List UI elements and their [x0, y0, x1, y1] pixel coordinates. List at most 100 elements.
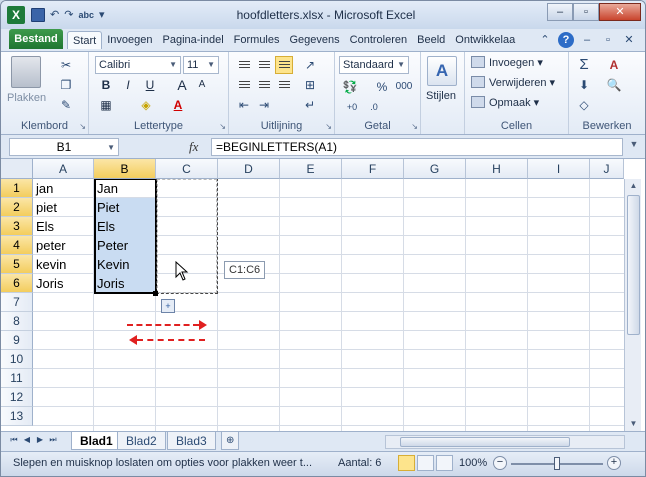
cell-a5[interactable]: kevin: [33, 255, 95, 274]
orientation-icon[interactable]: ↗: [301, 56, 319, 74]
find-icon[interactable]: 🔍: [605, 76, 623, 94]
align-bottom-button[interactable]: [275, 56, 293, 74]
font-color-button[interactable]: A: [169, 96, 187, 114]
column-header-c[interactable]: C: [156, 159, 218, 179]
font-launcher-icon[interactable]: ↘: [219, 122, 226, 131]
worksheet-grid[interactable]: jan piet Els peter kevin Joris Jan Piet Els Peter…: [1, 159, 645, 431]
clipboard-launcher-icon[interactable]: ↘: [79, 122, 86, 131]
zoom-out-button[interactable]: −: [493, 456, 507, 470]
sort-filter-button[interactable]: A: [605, 56, 623, 74]
tab-formules[interactable]: Formules: [229, 31, 285, 49]
tab-beeld[interactable]: Beeld: [412, 31, 450, 49]
column-header-d[interactable]: D: [218, 159, 280, 179]
row-header-9[interactable]: 9: [1, 331, 33, 350]
row-header-11[interactable]: 11: [1, 369, 33, 388]
row-header-7[interactable]: 7: [1, 293, 33, 312]
sheet-tab-blad3[interactable]: Blad3: [167, 432, 216, 450]
align-top-button[interactable]: [235, 56, 253, 74]
select-all-button[interactable]: [1, 159, 33, 179]
minimize-button[interactable]: –: [547, 3, 573, 21]
percent-button[interactable]: %: [373, 78, 391, 96]
increase-indent-icon[interactable]: ⇥: [255, 96, 273, 114]
page-layout-view-button[interactable]: [417, 455, 434, 471]
row-header-5[interactable]: 5: [1, 255, 33, 274]
insert-sheet-icon[interactable]: ⊕: [221, 432, 240, 450]
horizontal-scrollbar[interactable]: [385, 435, 625, 449]
tab-file[interactable]: Bestand: [9, 29, 63, 49]
cell-a6[interactable]: Joris: [33, 274, 95, 293]
row-header-12[interactable]: 12: [1, 388, 33, 407]
zoom-level[interactable]: 100%: [459, 457, 487, 469]
insert-cells-button[interactable]: Invoegen ▾: [471, 54, 543, 72]
help-icon[interactable]: ?: [558, 32, 574, 48]
font-name-select[interactable]: Calibri ▼: [95, 56, 181, 74]
column-header-i[interactable]: I: [528, 159, 590, 179]
row-header-10[interactable]: 10: [1, 350, 33, 369]
formula-input[interactable]: =BEGINLETTERS(A1): [211, 138, 623, 156]
align-left-button[interactable]: [235, 76, 253, 94]
format-cells-button[interactable]: Opmaak ▾: [471, 94, 539, 112]
tab-controleren[interactable]: Controleren: [345, 31, 412, 49]
underline-button[interactable]: U: [141, 76, 159, 94]
currency-icon[interactable]: 💱: [341, 78, 359, 96]
cell-a2[interactable]: piet: [33, 198, 95, 217]
insert-function-button[interactable]: fx: [189, 139, 198, 155]
column-header-b[interactable]: B: [94, 159, 156, 179]
tab-start[interactable]: Start: [67, 31, 103, 49]
maximize-button[interactable]: ▫: [573, 3, 599, 21]
format-painter-icon[interactable]: ✎: [57, 96, 75, 114]
row-header-2[interactable]: 2: [1, 198, 33, 217]
styles-button[interactable]: Stijlen: [426, 90, 456, 102]
first-sheet-icon[interactable]: ⏮: [9, 435, 19, 445]
column-header-e[interactable]: E: [280, 159, 342, 179]
last-sheet-icon[interactable]: ⏭: [48, 435, 58, 445]
close-button[interactable]: ✕: [599, 3, 641, 21]
increase-decimal-icon[interactable]: +0: [343, 98, 361, 116]
row-header-1[interactable]: 1: [1, 179, 33, 198]
grow-font-button[interactable]: A: [173, 76, 191, 94]
autosum-button[interactable]: Σ: [575, 56, 593, 74]
vertical-scrollbar[interactable]: ▲ ▼: [624, 179, 641, 431]
tab-invoegen[interactable]: Invoegen: [102, 31, 157, 49]
italic-button[interactable]: I: [119, 76, 137, 94]
cell-a4[interactable]: peter: [33, 236, 95, 255]
name-box[interactable]: B1 ▼: [9, 138, 119, 156]
row-header-3[interactable]: 3: [1, 217, 33, 236]
row-header-8[interactable]: 8: [1, 312, 33, 331]
expand-formula-bar-icon[interactable]: ▼: [627, 139, 641, 155]
copy-icon[interactable]: ❐: [57, 76, 75, 94]
align-middle-button[interactable]: [255, 56, 273, 74]
tab-paginaindel[interactable]: Pagina-indel: [158, 31, 229, 49]
number-format-select[interactable]: Standaard ▼: [339, 56, 409, 74]
column-header-j[interactable]: J: [590, 159, 624, 179]
prev-sheet-icon[interactable]: ◀: [22, 435, 32, 445]
align-right-button[interactable]: [275, 76, 293, 94]
row-header-13[interactable]: 13: [1, 407, 33, 426]
sheet-tab-blad2[interactable]: Blad2: [117, 432, 166, 450]
column-header-a[interactable]: A: [33, 159, 94, 179]
cut-icon[interactable]: ✂: [57, 56, 75, 74]
zoom-slider-thumb[interactable]: [554, 457, 560, 470]
sheet-tab-blad1[interactable]: Blad1: [71, 432, 122, 450]
vertical-scroll-thumb[interactable]: [627, 195, 640, 335]
column-header-g[interactable]: G: [404, 159, 466, 179]
bold-button[interactable]: B: [97, 76, 115, 94]
number-launcher-icon[interactable]: ↘: [411, 122, 418, 131]
paste-button[interactable]: Plakken: [7, 92, 46, 104]
row-header-4[interactable]: 4: [1, 236, 33, 255]
zoom-in-button[interactable]: +: [607, 456, 621, 470]
cell-a1[interactable]: jan: [33, 179, 95, 198]
decrease-decimal-icon[interactable]: .0: [365, 98, 383, 116]
page-break-view-button[interactable]: [436, 455, 453, 471]
scroll-up-icon[interactable]: ▲: [626, 179, 641, 193]
column-header-h[interactable]: H: [466, 159, 528, 179]
clear-icon[interactable]: ◇: [575, 96, 593, 114]
thousands-button[interactable]: 000: [395, 78, 413, 96]
merge-cells-icon[interactable]: ⊞: [301, 76, 319, 94]
row-header-6[interactable]: 6: [1, 274, 33, 293]
shrink-font-button[interactable]: A: [193, 76, 211, 94]
workbook-minimize-icon[interactable]: –: [579, 32, 595, 48]
fill-color-icon[interactable]: ◈: [137, 96, 155, 114]
borders-icon[interactable]: ▦: [97, 96, 115, 114]
styles-icon[interactable]: A: [427, 56, 457, 86]
